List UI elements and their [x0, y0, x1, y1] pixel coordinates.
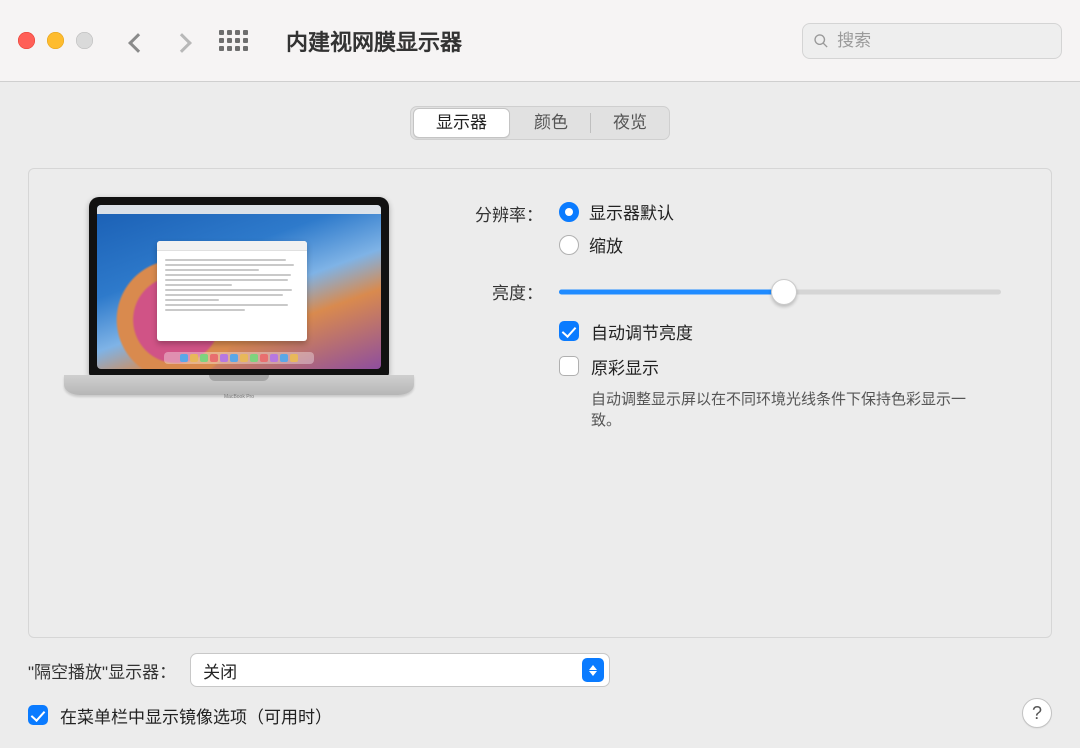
zoom-window-button[interactable]: [76, 32, 93, 49]
help-icon: ?: [1032, 703, 1042, 724]
resolution-label: 分辨率：: [449, 199, 559, 226]
back-button[interactable]: [131, 27, 145, 55]
resolution-scaled-label: 缩放: [589, 232, 623, 257]
true-tone-checkbox[interactable]: 原彩显示: [559, 354, 1001, 379]
display-preview-image: MacBook Pro: [64, 197, 414, 422]
panel: MacBook Pro 分辨率： 显示器默认 缩放: [28, 168, 1052, 638]
checkbox-icon: [559, 321, 579, 341]
airplay-select[interactable]: 关闭: [190, 653, 610, 687]
show-mirror-options-label: 在菜单栏中显示镜像选项（可用时）: [60, 703, 332, 728]
select-stepper-icon: [582, 658, 604, 682]
close-window-button[interactable]: [18, 32, 35, 49]
laptop-model-text: MacBook Pro: [224, 394, 254, 400]
show-mirror-options-checkbox[interactable]: 在菜单栏中显示镜像选项（可用时）: [28, 703, 332, 728]
minimize-window-button[interactable]: [47, 32, 64, 49]
true-tone-label: 原彩显示: [591, 354, 659, 379]
radio-icon: [559, 202, 579, 222]
search-field[interactable]: [802, 23, 1062, 59]
resolution-scaled-radio[interactable]: 缩放: [559, 232, 1001, 257]
nav-arrows: [131, 27, 189, 55]
show-all-prefs-button[interactable]: [219, 30, 248, 51]
titlebar: 内建视网膜显示器: [0, 0, 1080, 82]
tab-color[interactable]: 颜色: [512, 108, 590, 138]
brightness-label: 亮度：: [449, 277, 559, 304]
resolution-default-label: 显示器默认: [589, 199, 674, 224]
forward-button[interactable]: [175, 27, 189, 55]
tab-night-shift[interactable]: 夜览: [591, 108, 669, 138]
search-icon: [813, 32, 829, 50]
tab-display[interactable]: 显示器: [413, 108, 510, 138]
brightness-slider[interactable]: [559, 289, 1001, 295]
search-input[interactable]: [837, 31, 1051, 51]
window-controls: [18, 32, 93, 49]
auto-brightness-label: 自动调节亮度: [591, 319, 693, 344]
window-title: 内建视网膜显示器: [286, 25, 462, 57]
radio-icon: [559, 235, 579, 255]
checkbox-icon: [28, 705, 48, 725]
tabs: 显示器 颜色 夜览: [410, 106, 670, 140]
airplay-value: 关闭: [203, 658, 237, 683]
auto-brightness-checkbox[interactable]: 自动调节亮度: [559, 319, 1001, 344]
true-tone-description: 自动调整显示屏以在不同环境光线条件下保持色彩显示一致。: [591, 389, 971, 431]
help-button[interactable]: ?: [1022, 698, 1052, 728]
resolution-default-radio[interactable]: 显示器默认: [559, 199, 1001, 224]
airplay-label: "隔空播放"显示器：: [28, 658, 176, 683]
checkbox-icon: [559, 356, 579, 376]
